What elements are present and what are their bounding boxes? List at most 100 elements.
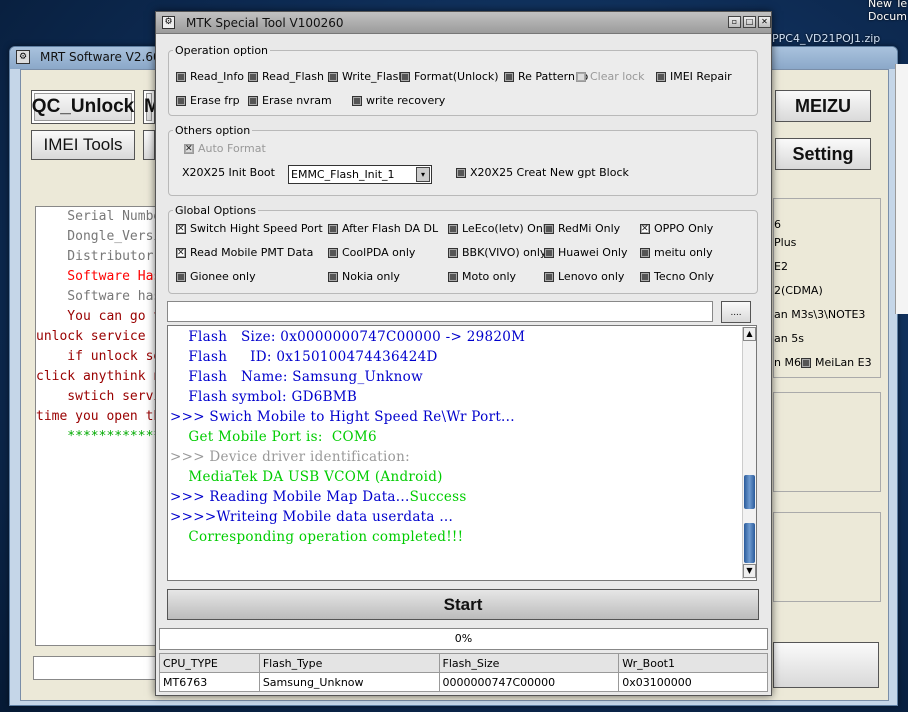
app-icon: ⚙: [162, 16, 175, 29]
qc-unlock-button[interactable]: QC_Unlock: [31, 90, 135, 124]
read-mobile-pmt-data-checkbox[interactable]: Read Mobile PMT Data: [176, 246, 313, 259]
maximize-icon[interactable]: □: [743, 16, 756, 28]
scroll-thumb-lower[interactable]: [744, 523, 755, 563]
checkbox-box: [544, 271, 554, 282]
checkbox-box: [176, 247, 186, 259]
checkbox-box: [544, 223, 554, 234]
checkbox-box: [456, 167, 466, 178]
meilan-e3-checkbox[interactable]: MeiLan E3: [801, 356, 872, 369]
read-flash-checkbox[interactable]: Read_Flash: [248, 70, 324, 83]
mrt-log-panel: Serial Numbe Dongle_Versi Distributor So…: [35, 206, 173, 646]
mtk-title: MTK Special Tool V100260: [186, 16, 344, 30]
mrt-log-line: Dongle_Versi: [36, 229, 162, 244]
switch-hight-speed-port-checkbox[interactable]: Switch Hight Speed Port: [176, 222, 323, 235]
nokia-only-checkbox[interactable]: Nokia only: [328, 270, 400, 283]
checkbox-box: [656, 71, 666, 82]
scroll-down-icon[interactable]: ▼: [743, 564, 756, 578]
auto-format-checkbox[interactable]: Auto Format: [184, 142, 266, 155]
checkbox-label: Erase frp: [190, 94, 240, 107]
close-icon[interactable]: ✕: [758, 16, 771, 28]
desktop-icon-label[interactable]: Docum: [868, 10, 907, 23]
huawei-only-checkbox[interactable]: Huawei Only: [544, 246, 628, 259]
mrt-log-line: click anythink n: [36, 369, 162, 384]
erase-frp-checkbox[interactable]: Erase frp: [176, 94, 240, 107]
checkbox-label: OPPO Only: [654, 222, 714, 235]
chevron-down-icon[interactable]: ▾: [416, 167, 430, 182]
moto-only-checkbox[interactable]: Moto only: [448, 270, 516, 283]
log-line: Flash ID: 0x150100474436424D: [170, 349, 438, 365]
checkbox-label: Read Mobile PMT Data: [190, 246, 314, 259]
side-window-edge: [895, 64, 908, 314]
file-path-input[interactable]: [167, 301, 713, 322]
checkbox-label: meitu only: [654, 246, 713, 259]
mrt-panel: [773, 392, 881, 492]
checkbox-box: [448, 271, 458, 282]
erase-nvram-checkbox[interactable]: Erase nvram: [248, 94, 332, 107]
progress-bar: 0%: [159, 628, 768, 650]
imei-tools-button[interactable]: IMEI Tools: [31, 130, 135, 160]
write-flash-checkbox[interactable]: Write_Flash: [328, 70, 405, 83]
checkbox-box: [176, 223, 186, 235]
clear-lock-checkbox[interactable]: Clear lock: [576, 70, 644, 83]
redmi-only-checkbox[interactable]: RedMi Only: [544, 222, 620, 235]
model-label: an M3s\3\NOTE3: [774, 308, 866, 321]
mrt-log-line: ************: [36, 429, 162, 444]
checkbox-label: After Flash DA DL: [342, 222, 439, 235]
tecno-only-checkbox[interactable]: Tecno Only: [640, 270, 714, 283]
write-recovery-checkbox[interactable]: write recovery: [352, 94, 445, 107]
table-header-cpu-type: CPU_TYPE: [159, 653, 260, 673]
checkbox-label: X20X25 Creat New gpt Block: [470, 166, 629, 179]
lenovo-only-checkbox[interactable]: Lenovo only: [544, 270, 624, 283]
checkbox-label: Tecno Only: [654, 270, 715, 283]
read-info-checkbox[interactable]: Read_Info: [176, 70, 244, 83]
oppo-only-checkbox[interactable]: OPPO Only: [640, 222, 713, 235]
log-line: >>> Swich Mobile to Hight Speed Re\Wr Po…: [170, 409, 515, 425]
scroll-thumb[interactable]: [744, 475, 755, 509]
format-unlock-checkbox[interactable]: Format(Unlock): [400, 70, 499, 83]
desktop-icon-label[interactable]: New Te: [868, 0, 907, 10]
creat-gpt-checkbox[interactable]: X20X25 Creat New gpt Block: [456, 166, 629, 179]
checkbox-label: Huawei Only: [558, 246, 628, 259]
start-button[interactable]: Start: [167, 589, 759, 620]
meizu-button[interactable]: MEIZU: [775, 90, 871, 122]
table-header-row: CPU_TYPE Flash_Type Flash_Size Wr_Boot1: [159, 653, 768, 673]
mrt-log-line: Software Has: [36, 269, 162, 284]
log-segment: Success: [409, 489, 467, 505]
init-boot-value: EMMC_Flash_Init_1: [291, 168, 395, 181]
mtk-title-bar[interactable]: ⚙ MTK Special Tool V100260 ▫ □ ✕: [156, 12, 771, 34]
log-line: Flash Size: 0x0000000747C00000 -> 29820M: [170, 329, 526, 345]
group-legend: Operation option: [175, 44, 269, 57]
gionee-only-checkbox[interactable]: Gionee only: [176, 270, 256, 283]
table-cell: Samsung_Unknow: [258, 672, 440, 692]
m-button[interactable]: M: [143, 90, 155, 124]
checkbox-box: [504, 71, 514, 82]
mrt-panel: [773, 512, 881, 602]
browse-button[interactable]: ....: [721, 301, 751, 323]
mrt-action-button[interactable]: [773, 642, 879, 688]
desktop-file-label[interactable]: PPC4_VD21POJ1.zip: [772, 32, 880, 45]
scroll-up-icon[interactable]: ▲: [743, 327, 756, 341]
imei-repair-checkbox[interactable]: IMEI Repair: [656, 70, 732, 83]
model-label: MeiLan E3: [815, 356, 872, 369]
minimize-icon[interactable]: ▫: [728, 16, 741, 28]
model-label: E2: [774, 260, 788, 273]
table-header-flash-size: Flash_Size: [438, 653, 620, 673]
checkbox-box: [448, 223, 458, 234]
log-scrollbar[interactable]: ▲ ▼: [742, 327, 756, 579]
table-header-flash-type: Flash_Type: [258, 653, 440, 673]
leeco-letv-only-checkbox[interactable]: LeEco(letv) Only: [448, 222, 552, 235]
checkbox-label: CoolPDA only: [342, 246, 416, 259]
partial-button[interactable]: [143, 130, 155, 160]
checkbox-label: Format(Unlock): [414, 70, 499, 83]
bbk-vivo-only-checkbox[interactable]: BBK(VIVO) only: [448, 246, 546, 259]
init-boot-select[interactable]: EMMC_Flash_Init_1 ▾: [288, 165, 432, 184]
mtk-tool-window: ⚙ MTK Special Tool V100260 ▫ □ ✕ Operati…: [155, 11, 772, 696]
mrt-log-line: time you open th: [36, 409, 162, 424]
after-flash-da-dl-checkbox[interactable]: After Flash DA DL: [328, 222, 438, 235]
meitu-only-checkbox[interactable]: meitu only: [640, 246, 713, 259]
coolpda-only-checkbox[interactable]: CoolPDA only: [328, 246, 415, 259]
setting-button[interactable]: Setting: [775, 138, 871, 170]
mrt-log-line: if unlock se: [36, 349, 162, 364]
mrt-log-line: Software has: [36, 289, 162, 304]
checkbox-box: [576, 71, 586, 82]
